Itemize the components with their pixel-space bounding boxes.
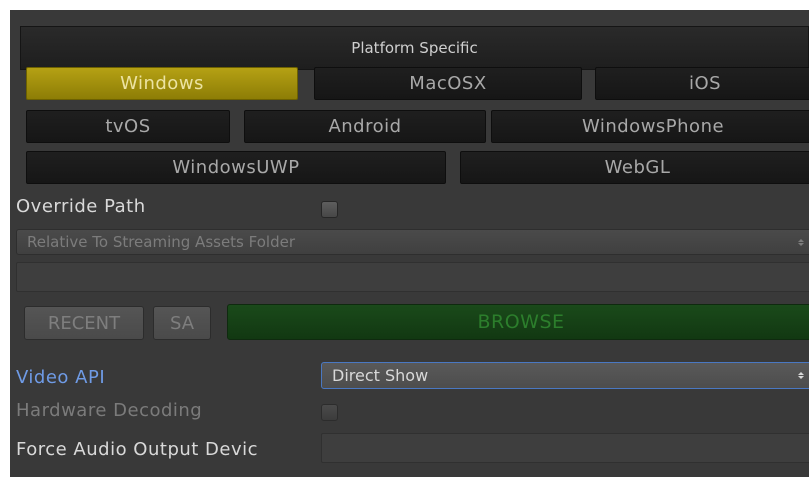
platform-tab-tvos[interactable]: tvOS xyxy=(26,110,230,143)
hardware-decoding-label: Hardware Decoding xyxy=(16,400,203,421)
video-api-value: Direct Show xyxy=(332,366,429,385)
sa-button[interactable]: SA xyxy=(153,306,211,340)
hardware-decoding-checkbox[interactable] xyxy=(321,404,338,421)
platform-tab-macosx[interactable]: MacOSX xyxy=(314,67,582,100)
force-audio-output-label: Force Audio Output Devic xyxy=(16,439,259,460)
browse-button[interactable]: BROWSE xyxy=(227,304,809,340)
section-title: Platform Specific xyxy=(351,39,478,57)
platform-tab-android[interactable]: Android xyxy=(244,110,486,143)
path-mode-value: Relative To Streaming Assets Folder xyxy=(27,233,295,251)
platform-tab-webgl[interactable]: WebGL xyxy=(460,151,809,184)
dropdown-arrows-icon xyxy=(796,372,806,379)
platform-tab-windows[interactable]: Windows xyxy=(26,67,298,100)
path-mode-dropdown[interactable]: Relative To Streaming Assets Folder xyxy=(16,229,809,255)
section-header[interactable]: Platform Specific xyxy=(20,26,809,70)
path-input[interactable] xyxy=(16,262,809,292)
video-api-label: Video API xyxy=(16,367,106,388)
platform-tab-windowsphone[interactable]: WindowsPhone xyxy=(491,110,809,143)
video-api-dropdown[interactable]: Direct Show xyxy=(321,362,809,389)
platform-tab-windowsuwp[interactable]: WindowsUWP xyxy=(26,151,446,184)
dropdown-arrows-icon xyxy=(796,238,806,246)
audio-output-device-input[interactable] xyxy=(321,433,809,463)
platform-specific-panel: Platform Specific Windows MacOSX iOS tvO… xyxy=(10,10,809,477)
override-path-checkbox[interactable] xyxy=(321,201,338,218)
recent-button[interactable]: RECENT xyxy=(24,306,144,340)
platform-tab-ios[interactable]: iOS xyxy=(595,67,809,100)
override-path-label: Override Path xyxy=(16,196,146,217)
